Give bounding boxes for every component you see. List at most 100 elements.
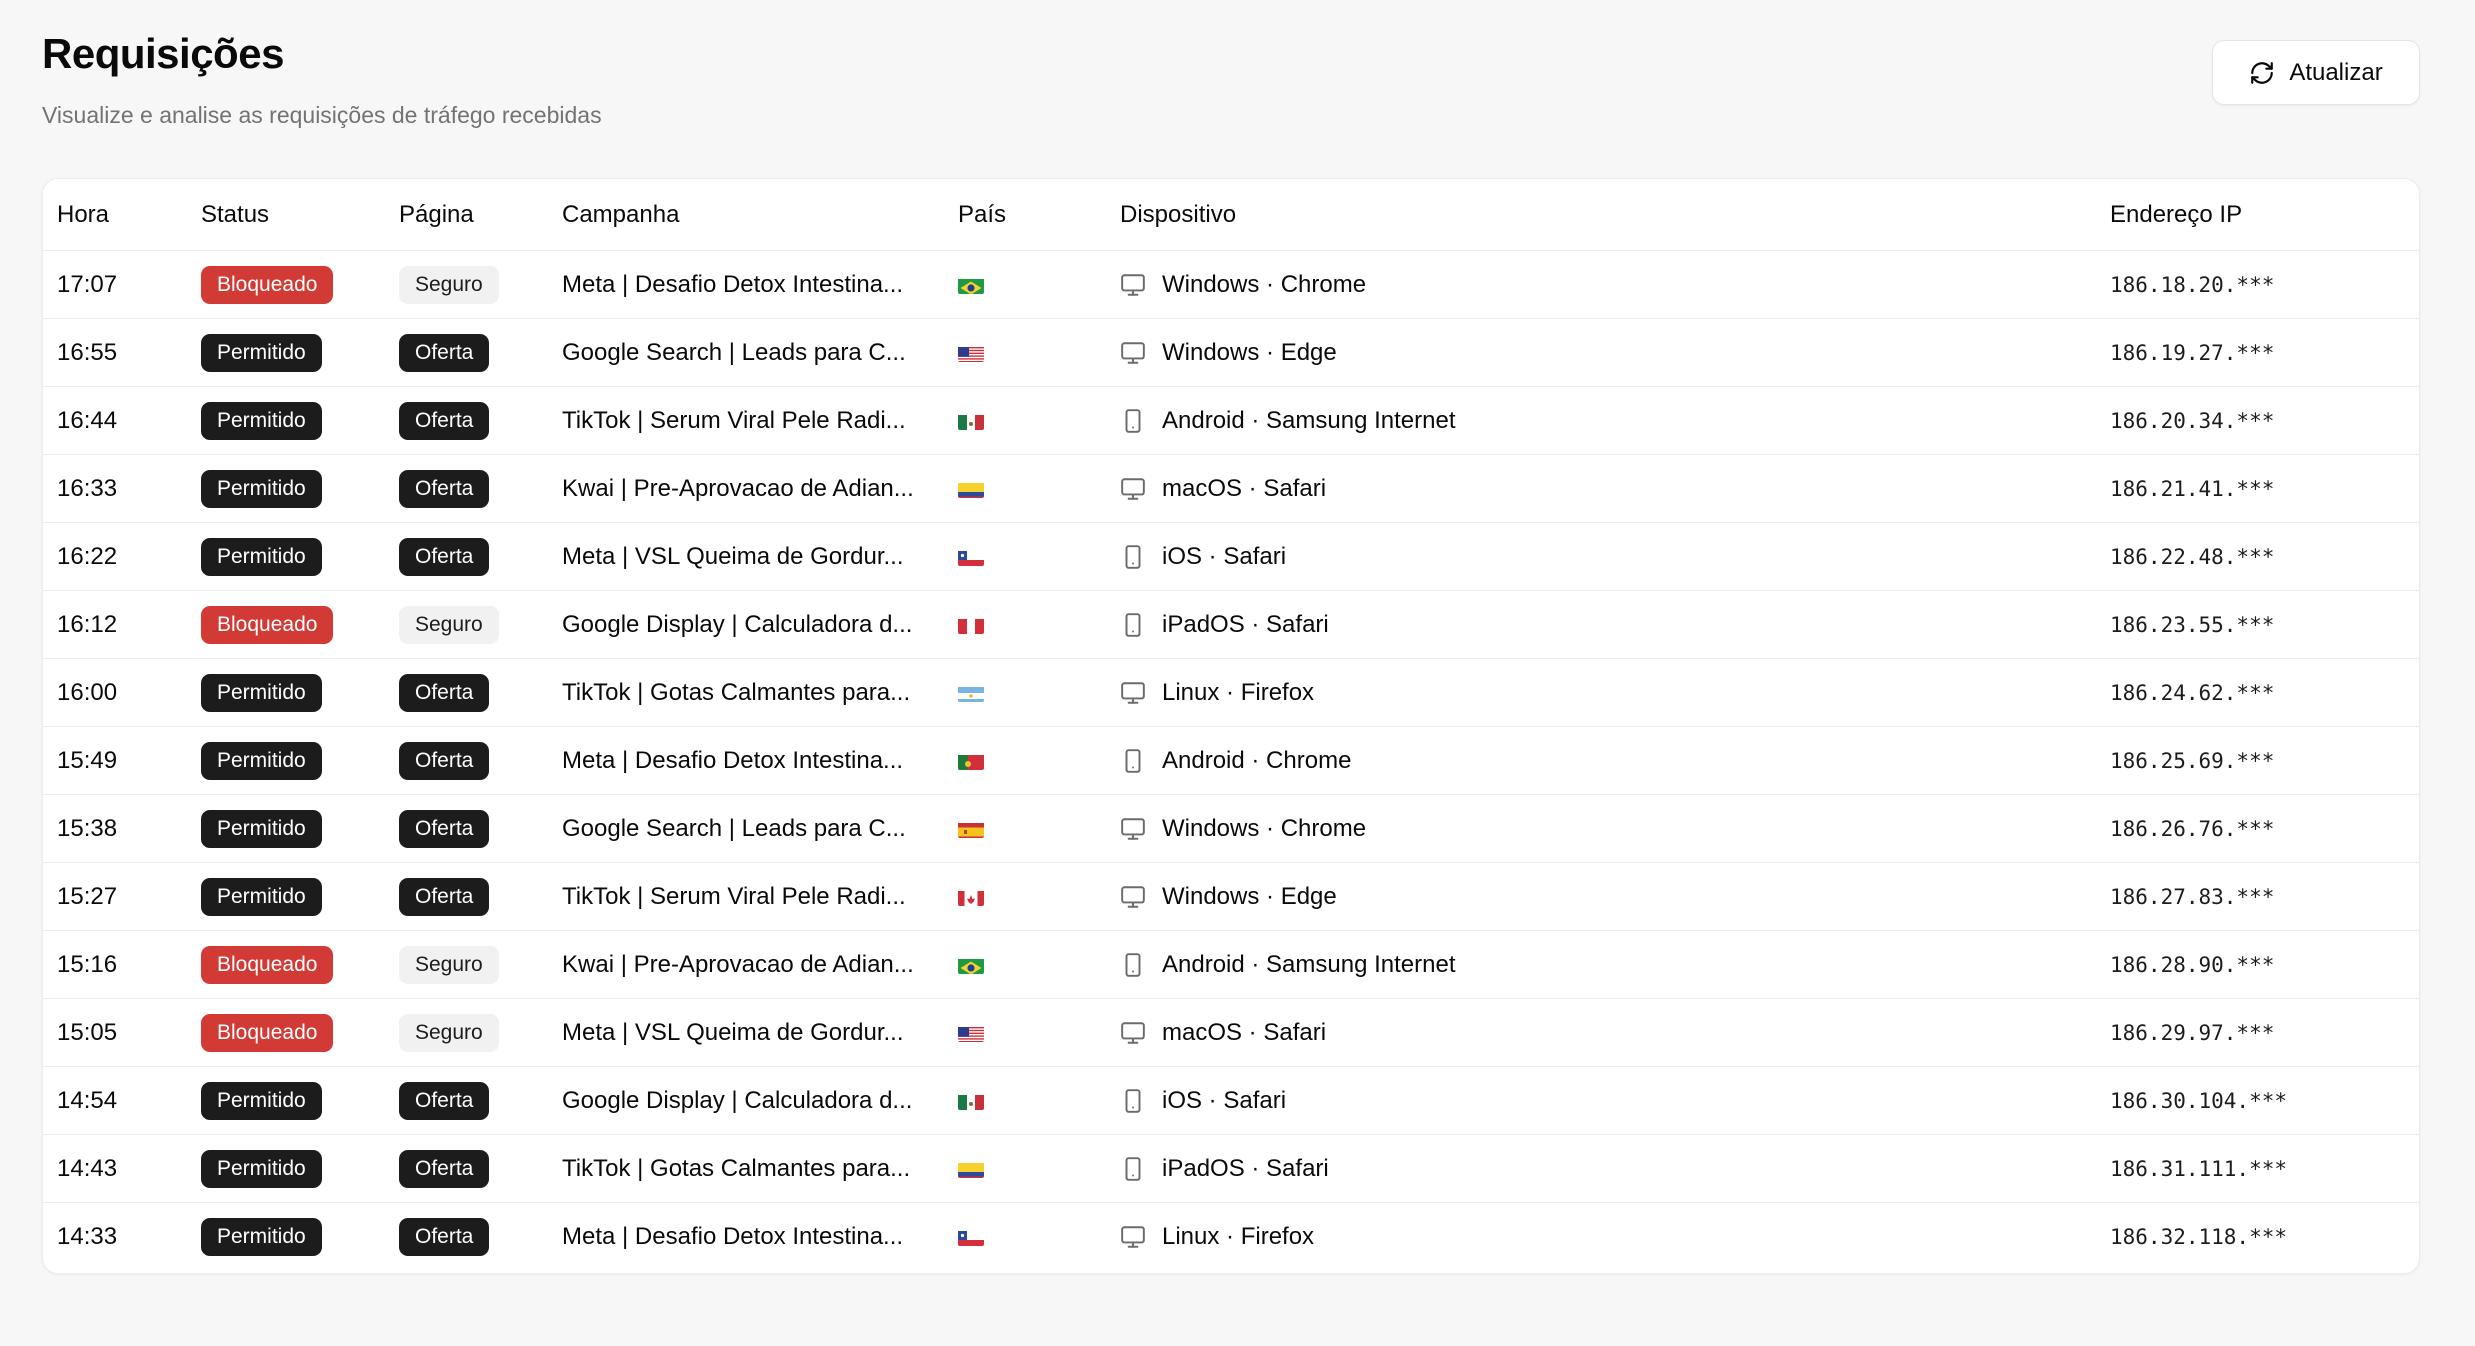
status-badge: Permitido <box>201 1218 322 1256</box>
cell-campanha: Meta | Desafio Detox Intestina... <box>562 1223 904 1250</box>
column-header-pais[interactable]: País <box>958 201 1006 229</box>
refresh-label: Atualizar <box>2289 58 2383 86</box>
cell-ip: 186.22.48.*** <box>2110 544 2275 569</box>
table-row[interactable]: 14:33 Permitido Oferta Meta | Desafio De… <box>43 1203 2419 1271</box>
page-badge: Oferta <box>399 1081 490 1120</box>
refresh-icon <box>2251 61 2274 84</box>
page-badge: Seguro <box>399 945 499 984</box>
cell-campanha: Meta | Desafio Detox Intestina... <box>562 270 904 298</box>
table-row[interactable]: 15:05 Bloqueado Seguro Meta | VSL Queima… <box>43 999 2419 1067</box>
cell-campanha: Kwai | Pre-Aprovacao de Adian... <box>562 950 914 978</box>
status-badge: Permitido <box>201 1081 322 1120</box>
table-header: Hora Status Página Campanha País Disposi… <box>43 179 2419 251</box>
column-header-ip[interactable]: Endereço IP <box>2110 201 2242 229</box>
cell-status: Permitido <box>201 401 322 440</box>
status-badge: Permitido <box>201 401 322 440</box>
cell-pais <box>958 480 984 498</box>
cell-pagina: Seguro <box>399 265 499 304</box>
table-row[interactable]: 16:33 Permitido Oferta Kwai | Pre-Aprova… <box>43 455 2419 523</box>
cell-pais <box>958 412 984 430</box>
flag-ar-icon <box>958 684 984 702</box>
smartphone-icon <box>1125 1088 1141 1113</box>
page-badge: Oferta <box>399 401 490 440</box>
monitor-icon <box>1121 817 1145 840</box>
cell-pais <box>958 956 984 974</box>
page-badge: Oferta <box>399 1218 490 1256</box>
device-label: iOS · Safari <box>1162 1086 1287 1114</box>
smartphone-icon <box>1125 612 1141 637</box>
cell-pagina: Oferta <box>399 809 490 848</box>
status-badge: Bloqueado <box>201 605 334 644</box>
cell-hora: 16:00 <box>57 678 118 706</box>
table-row[interactable]: 15:49 Permitido Oferta Meta | Desafio De… <box>43 727 2419 795</box>
page-header: Requisições Visualize e analise as requi… <box>42 26 602 130</box>
smartphone-icon <box>1125 952 1141 977</box>
column-header-hora[interactable]: Hora <box>57 201 109 229</box>
cell-status: Permitido <box>201 673 322 712</box>
table-row[interactable]: 16:55 Permitido Oferta Google Search | L… <box>43 319 2419 387</box>
cell-dispositivo: macOS · Safari <box>1120 475 1326 503</box>
column-header-dispositivo[interactable]: Dispositivo <box>1120 201 1236 229</box>
cell-dispositivo: Windows · Chrome <box>1120 271 1366 299</box>
monitor-icon <box>1121 341 1145 364</box>
cell-ip: 186.27.83.*** <box>2110 884 2275 909</box>
cell-ip: 186.21.41.*** <box>2110 476 2275 501</box>
device-label: iPadOS · Safari <box>1162 1154 1329 1182</box>
flag-us-icon <box>958 1024 984 1042</box>
device-label: Android · Samsung Internet <box>1162 406 1456 434</box>
requests-table: Hora Status Página Campanha País Disposi… <box>42 178 2420 1274</box>
cell-status: Permitido <box>201 809 322 848</box>
cell-ip: 186.20.34.*** <box>2110 408 2275 433</box>
table-row[interactable]: 14:54 Permitido Oferta Google Display | … <box>43 1067 2419 1135</box>
table-row[interactable]: 14:43 Permitido Oferta TikTok | Gotas Ca… <box>43 1135 2419 1203</box>
cell-dispositivo: Android · Samsung Internet <box>1120 951 1456 979</box>
cell-campanha: TikTok | Serum Viral Pele Radi... <box>562 406 906 434</box>
cell-status: Permitido <box>201 469 322 508</box>
column-header-status[interactable]: Status <box>201 201 269 229</box>
column-header-pagina[interactable]: Página <box>399 201 474 229</box>
status-badge: Permitido <box>201 537 322 576</box>
table-row[interactable]: 16:44 Permitido Oferta TikTok | Serum Vi… <box>43 387 2419 455</box>
cell-pais <box>958 820 984 838</box>
cell-pagina: Oferta <box>399 333 490 372</box>
cell-dispositivo: macOS · Safari <box>1120 1019 1326 1047</box>
column-header-campanha[interactable]: Campanha <box>562 201 679 229</box>
table-row[interactable]: 16:22 Permitido Oferta Meta | VSL Queima… <box>43 523 2419 591</box>
cell-campanha: Google Display | Calculadora d... <box>562 610 913 638</box>
cell-hora: 15:05 <box>57 1018 118 1046</box>
status-badge: Permitido <box>201 469 322 508</box>
cell-pais <box>958 616 984 634</box>
cell-status: Permitido <box>201 333 322 372</box>
cell-ip: 186.26.76.*** <box>2110 816 2275 841</box>
cell-dispositivo: Android · Samsung Internet <box>1120 407 1456 435</box>
cell-dispositivo: Windows · Edge <box>1120 339 1337 367</box>
cell-hora: 17:07 <box>57 270 118 298</box>
cell-pais <box>958 684 984 702</box>
cell-campanha: Google Display | Calculadora d... <box>562 1086 913 1114</box>
device-label: Linux · Firefox <box>1162 678 1315 706</box>
table-row[interactable]: 15:16 Bloqueado Seguro Kwai | Pre-Aprova… <box>43 931 2419 999</box>
cell-hora: 14:43 <box>57 1154 118 1182</box>
cell-campanha: Meta | Desafio Detox Intestina... <box>562 746 904 774</box>
page-badge: Seguro <box>399 605 499 644</box>
table-row[interactable]: 15:27 Permitido Oferta TikTok | Serum Vi… <box>43 863 2419 931</box>
cell-pais <box>958 1160 984 1178</box>
flag-us-icon <box>958 344 984 362</box>
cell-dispositivo: iPadOS · Safari <box>1120 611 1329 639</box>
cell-pais <box>958 276 984 294</box>
table-row[interactable]: 16:12 Bloqueado Seguro Google Display | … <box>43 591 2419 659</box>
cell-hora: 16:22 <box>57 542 118 570</box>
monitor-icon <box>1121 885 1145 908</box>
flag-br-icon <box>958 276 984 294</box>
refresh-button[interactable]: Atualizar <box>2212 40 2420 105</box>
cell-hora: 16:44 <box>57 406 118 434</box>
cell-campanha: Kwai | Pre-Aprovacao de Adian... <box>562 474 914 502</box>
table-row[interactable]: 16:00 Permitido Oferta TikTok | Gotas Ca… <box>43 659 2419 727</box>
cell-status: Bloqueado <box>201 1013 334 1052</box>
device-label: Windows · Edge <box>1162 338 1337 366</box>
table-row[interactable]: 17:07 Bloqueado Seguro Meta | Desafio De… <box>43 251 2419 319</box>
cell-pais <box>958 888 984 906</box>
cell-ip: 186.19.27.*** <box>2110 340 2275 365</box>
page-badge: Seguro <box>399 1013 499 1052</box>
table-row[interactable]: 15:38 Permitido Oferta Google Search | L… <box>43 795 2419 863</box>
